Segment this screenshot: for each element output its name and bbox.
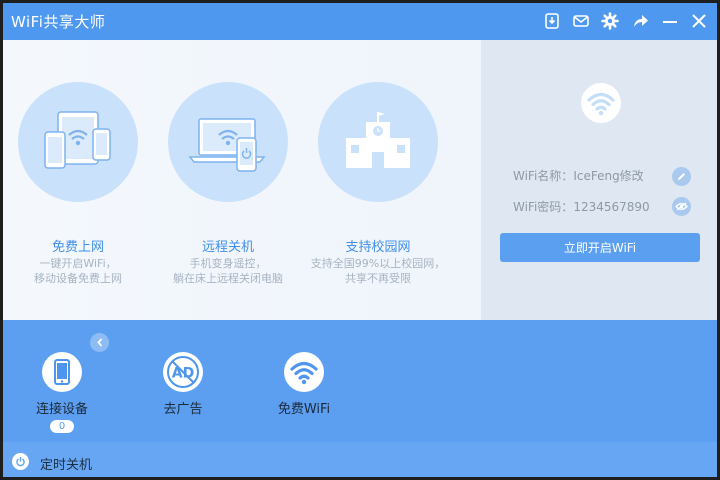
pencil-icon	[678, 173, 685, 180]
toggle-password-button[interactable]	[672, 197, 691, 216]
wifi-info-panel: WiFi名称：IceFeng修改 WiFi密码：1234567890 立即开启W…	[481, 40, 717, 320]
app-window: WiFi共享大师 免费上网 一键开启WiFi， 移动设备免费上网 远程关机 手机…	[0, 0, 720, 480]
device-count-badge: 0	[50, 420, 74, 433]
tool-label: 去广告	[163, 402, 203, 417]
tool-remove-ads[interactable]: AD 去广告	[153, 352, 213, 417]
minimize-button[interactable]	[659, 10, 681, 32]
mail-button[interactable]	[570, 10, 592, 32]
wifi-name-row: WiFi名称：IceFeng修改	[513, 167, 644, 184]
feature-desc-line2: 移动设备免费上网	[34, 272, 122, 285]
feature-desc-line2: 共享不再受限	[345, 272, 411, 285]
title-bar[interactable]: WiFi共享大师	[3, 3, 717, 40]
wifi-icon	[587, 92, 615, 116]
eye-icon	[675, 202, 688, 211]
footer-bar: 定时关机	[3, 442, 717, 477]
tool-label: 免费WiFi	[277, 402, 331, 417]
tool-connected-devices[interactable]: 连接设备 0	[32, 352, 92, 433]
tool-free-wifi[interactable]: 免费WiFi	[269, 352, 339, 417]
feature-desc-line1: 一键开启WiFi，	[39, 257, 117, 270]
wifi-name-value: IceFeng修改	[573, 169, 644, 183]
wifi-password-row: WiFi密码：1234567890	[513, 198, 650, 215]
feature-desc-line1: 支持全国99%以上校园网，	[310, 257, 446, 270]
wifi-password-label: WiFi密码：	[513, 200, 574, 214]
feature-desc-line1: 手机变身遥控，	[189, 257, 267, 270]
feature-title: 远程关机	[201, 240, 254, 255]
share-arrow-icon	[634, 15, 648, 27]
collapse-button[interactable]	[90, 333, 109, 352]
phone-icon	[54, 359, 70, 385]
ad-block-icon: AD	[167, 356, 199, 388]
devices-wifi-icon	[44, 111, 111, 169]
start-wifi-button[interactable]: 立即开启WiFi	[500, 233, 700, 262]
close-button[interactable]	[688, 10, 710, 32]
download-button[interactable]	[541, 10, 563, 32]
power-icon	[16, 457, 25, 467]
mail-icon	[573, 15, 589, 27]
wifi-icon	[290, 361, 318, 385]
chevron-left-icon	[96, 338, 102, 347]
feature-desc-line2: 躺在床上远程关闭电脑	[173, 272, 283, 285]
minimize-icon	[663, 21, 677, 23]
wifi-name-label: WiFi名称：	[513, 169, 574, 183]
close-icon	[692, 14, 706, 28]
download-icon	[545, 13, 559, 29]
scheduled-shutdown-button[interactable]	[12, 453, 29, 470]
wifi-password-value: 1234567890	[573, 200, 650, 214]
tool-label: 连接设备	[35, 402, 88, 417]
edit-name-button[interactable]	[672, 167, 691, 186]
gear-icon	[601, 12, 619, 30]
tools-panel: 连接设备 0 AD 去广告 免费WiFi	[3, 320, 717, 442]
wifi-status-logo	[581, 83, 621, 123]
laptop-phone-power-icon	[188, 118, 266, 172]
app-title: WiFi共享大师	[11, 13, 106, 31]
share-button[interactable]	[630, 10, 652, 32]
feature-title: 免费上网	[51, 240, 104, 255]
scheduled-shutdown-label[interactable]: 定时关机	[40, 454, 92, 473]
settings-button[interactable]	[599, 10, 621, 32]
school-building-icon	[346, 112, 410, 168]
feature-title: 支持校园网	[345, 240, 411, 255]
